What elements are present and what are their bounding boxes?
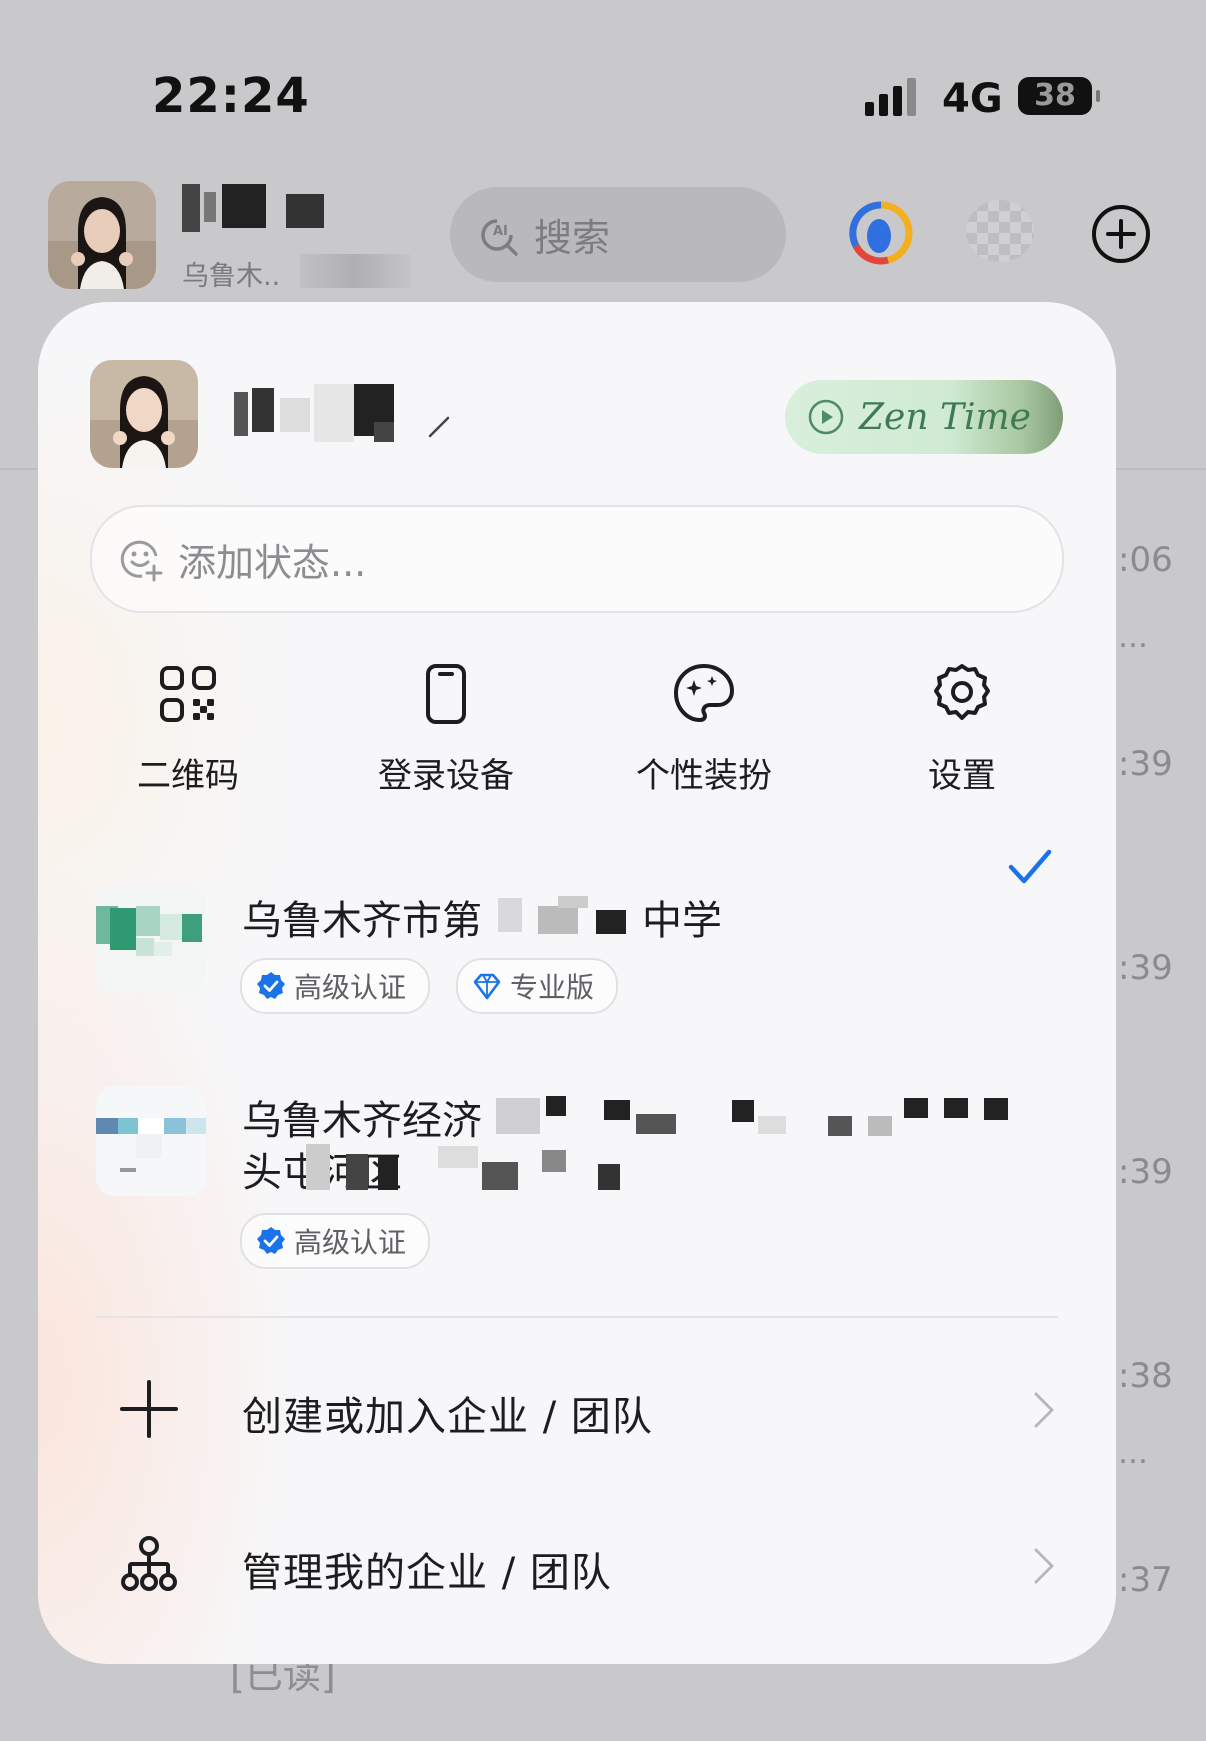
quick-action-qr-code[interactable]: 二维码 xyxy=(88,662,288,797)
battery-icon: 38 xyxy=(1018,77,1100,115)
org-logo xyxy=(96,1086,206,1196)
quick-action-label: 登录设备 xyxy=(378,756,514,796)
chat-icon[interactable] xyxy=(966,200,1034,262)
action-label: 管理我的企业 / 团队 xyxy=(242,1550,612,1596)
svg-text:AI: AI xyxy=(493,224,508,239)
status-time: 22:24 xyxy=(152,68,310,124)
add-emoji-status-icon xyxy=(120,540,163,582)
header-subtitle: 乌鲁木.. xyxy=(182,261,281,292)
quick-action-label: 二维码 xyxy=(137,756,239,796)
checkmark-icon xyxy=(1008,849,1052,884)
list-time: :39 xyxy=(1118,948,1173,988)
verified-badge-icon xyxy=(257,1227,285,1254)
action-label: 创建或加入企业 / 团队 xyxy=(242,1394,653,1440)
zen-time-button[interactable]: Zen Time xyxy=(785,380,1063,454)
list-time: :06 xyxy=(1118,540,1173,580)
badge-label: 专业版 xyxy=(510,971,595,1004)
org-tree-icon xyxy=(121,1536,177,1591)
add-circle-icon[interactable] xyxy=(1091,204,1151,264)
palette-icon xyxy=(673,663,735,723)
manage-my-teams-button[interactable]: 管理我的企业 / 团队 xyxy=(38,1504,1116,1624)
quick-action-login-devices[interactable]: 登录设备 xyxy=(346,662,546,797)
quick-action-settings[interactable]: 设置 xyxy=(862,662,1062,797)
badge-label: 高级认证 xyxy=(294,971,407,1004)
diamond-icon xyxy=(473,973,501,1000)
chevron-right-icon xyxy=(1034,1392,1054,1428)
profile-name-blurred[interactable] xyxy=(234,384,424,444)
badge-label: 高级认证 xyxy=(294,1226,407,1259)
badge-verified: 高级认证 xyxy=(240,1213,431,1269)
divider xyxy=(96,1316,1058,1318)
network-type: 4G xyxy=(942,76,1003,122)
org-name-tail: 中学 xyxy=(642,898,722,944)
ai-search-icon: AI xyxy=(481,218,518,256)
header-subtitle-blur xyxy=(300,254,410,288)
org-name-blur xyxy=(498,896,626,934)
plus-icon xyxy=(120,1380,178,1438)
phone-device-icon xyxy=(426,664,466,724)
status-placeholder: 添加状态... xyxy=(178,540,367,585)
edit-profile-icon[interactable] xyxy=(426,414,452,440)
qr-code-icon xyxy=(160,666,216,722)
create-or-join-team-button[interactable]: 创建或加入企业 / 团队 xyxy=(38,1348,1116,1468)
list-time: :37 xyxy=(1118,1560,1173,1600)
org-logo xyxy=(96,884,206,994)
quick-action-personalize[interactable]: 个性装扮 xyxy=(604,662,804,797)
org-name-blur xyxy=(306,1144,620,1190)
search-bar[interactable]: AI 搜索 xyxy=(450,187,786,282)
org-name: 乌鲁木齐经济 xyxy=(242,1098,482,1144)
list-time: :39 xyxy=(1118,744,1173,784)
list-time: :39 xyxy=(1118,1152,1173,1192)
account-switcher-panel: Zen Time 添加状态... 二维码 登录设备 个性装扮 设置 乌鲁木齐市第… xyxy=(38,302,1116,1664)
header-avatar[interactable] xyxy=(48,181,156,289)
search-placeholder: 搜索 xyxy=(534,216,611,260)
org-name-blur xyxy=(496,1096,1008,1136)
list-ellipsis: … xyxy=(1118,620,1148,655)
profile-avatar[interactable] xyxy=(90,360,198,468)
badge-pro: 专业版 xyxy=(456,958,619,1014)
org-name: 乌鲁木齐市第 xyxy=(242,898,482,944)
header-username-blurred xyxy=(182,184,324,232)
signal-icon xyxy=(865,78,916,116)
quick-action-label: 个性装扮 xyxy=(636,756,772,796)
play-icon xyxy=(808,399,844,435)
zen-time-label: Zen Time xyxy=(859,396,1031,438)
verified-badge-icon xyxy=(257,972,285,999)
list-ellipsis: … xyxy=(1118,1436,1148,1471)
badge-verified: 高级认证 xyxy=(240,958,431,1014)
quick-action-label: 设置 xyxy=(928,756,996,796)
list-time: :38 xyxy=(1118,1356,1173,1396)
gear-icon xyxy=(934,664,990,720)
chevron-right-icon xyxy=(1034,1548,1054,1584)
ai-assistant-icon[interactable] xyxy=(848,200,914,266)
add-status-input[interactable]: 添加状态... xyxy=(90,505,1064,613)
